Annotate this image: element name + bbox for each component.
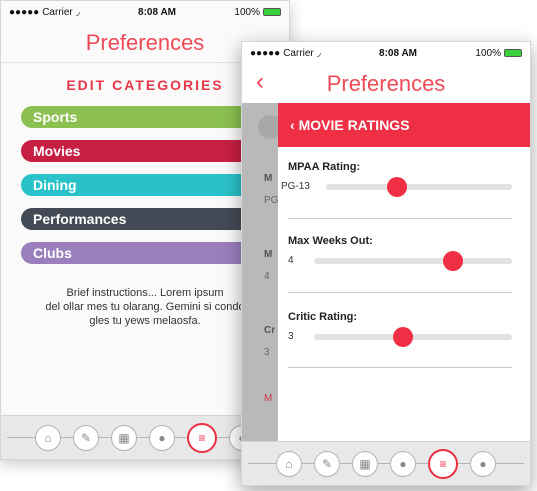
panel-title: MOVIE RATINGS: [298, 117, 410, 133]
home-icon[interactable]: ⌂: [35, 424, 61, 451]
sliders-icon[interactable]: ≡: [428, 448, 458, 479]
underlay-value-1: PG: [264, 195, 279, 206]
battery-label: 100%: [234, 6, 260, 18]
group-icon[interactable]: ●: [149, 424, 175, 451]
max-weeks-label: Max Weeks Out:: [288, 235, 373, 247]
divider: [288, 218, 512, 219]
underlay-label-2: M: [264, 249, 273, 260]
tab-bar: ⌂ ✎ ▦ ● ≡ ●: [242, 441, 530, 485]
chevron-left-icon: ‹: [290, 117, 295, 133]
wifi-icon: ◞: [316, 47, 321, 59]
time: 8:08 AM: [379, 47, 418, 59]
slider-knob[interactable]: [386, 176, 407, 197]
status-bar: ●●●●● Carrier ◞ 8:08 AM 100%: [242, 42, 530, 64]
critic-rating-label: Critic Rating:: [288, 311, 358, 323]
group-icon[interactable]: ●: [390, 450, 416, 477]
battery-icon: [262, 8, 281, 16]
mpaa-rating-row: PG-13: [281, 176, 512, 197]
slider-knob[interactable]: [442, 250, 463, 271]
pencil-icon[interactable]: ✎: [314, 450, 340, 477]
carrier: ●●●●● Carrier ◞: [9, 6, 80, 18]
battery-icon: [503, 49, 522, 57]
battery: 100%: [234, 7, 281, 18]
critic-rating-setting: Critic Rating: 3: [288, 311, 512, 347]
divider: [288, 367, 512, 368]
underlay-value-2: 4: [264, 271, 270, 282]
calendar-icon[interactable]: ▦: [111, 424, 137, 451]
critic-rating-value: 3: [288, 331, 294, 342]
underlay-label-1: M: [264, 173, 273, 184]
underlay-label-3: Cr: [264, 325, 276, 336]
movie-ratings-panel: MPAA Rating: PG-13 Max Weeks Out: 4 Crit…: [278, 147, 530, 441]
battery-label: 100%: [475, 47, 501, 59]
underlay-list: M PG M 4 Cr 3 M: [242, 103, 282, 441]
max-weeks-setting: Max Weeks Out: 4: [288, 235, 512, 271]
mpaa-rating-slider[interactable]: [326, 176, 512, 197]
max-weeks-value: 4: [288, 255, 294, 266]
underlay-label-4: M: [264, 393, 273, 404]
underlay-value-3: 3: [264, 347, 270, 358]
sliders-icon[interactable]: ≡: [187, 422, 217, 453]
user-icon[interactable]: ●: [470, 450, 496, 477]
max-weeks-row: 4: [288, 250, 512, 271]
mpaa-rating-value: PG-13: [281, 181, 310, 192]
critic-rating-row: 3: [288, 326, 512, 347]
page-title: Preferences: [326, 71, 446, 96]
max-weeks-slider[interactable]: [314, 250, 512, 271]
home-icon[interactable]: ⌂: [276, 450, 302, 477]
carrier-label: Carrier: [42, 6, 73, 18]
nav-bar: ‹ Preferences: [242, 64, 530, 104]
calendar-icon[interactable]: ▦: [352, 450, 378, 477]
mpaa-rating-setting: MPAA Rating: PG-13: [281, 161, 512, 197]
time: 8:08 AM: [138, 6, 177, 18]
battery: 100%: [475, 48, 522, 59]
carrier-label: Carrier: [283, 47, 314, 59]
back-chevron-icon[interactable]: ‹: [256, 68, 264, 96]
wifi-icon: ◞: [75, 6, 80, 18]
mpaa-rating-label: MPAA Rating:: [288, 161, 361, 173]
front-screen: ●●●●● Carrier ◞ 8:08 AM 100% ‹ Preferenc…: [241, 41, 531, 486]
pencil-icon[interactable]: ✎: [73, 424, 99, 451]
movie-ratings-header[interactable]: ‹ MOVIE RATINGS: [278, 103, 530, 147]
status-bar: ●●●●● Carrier ◞ 8:08 AM 100%: [1, 1, 289, 23]
divider: [288, 292, 512, 293]
carrier: ●●●●● Carrier ◞: [250, 47, 321, 59]
critic-rating-slider[interactable]: [314, 326, 512, 347]
slider-knob[interactable]: [393, 326, 414, 347]
